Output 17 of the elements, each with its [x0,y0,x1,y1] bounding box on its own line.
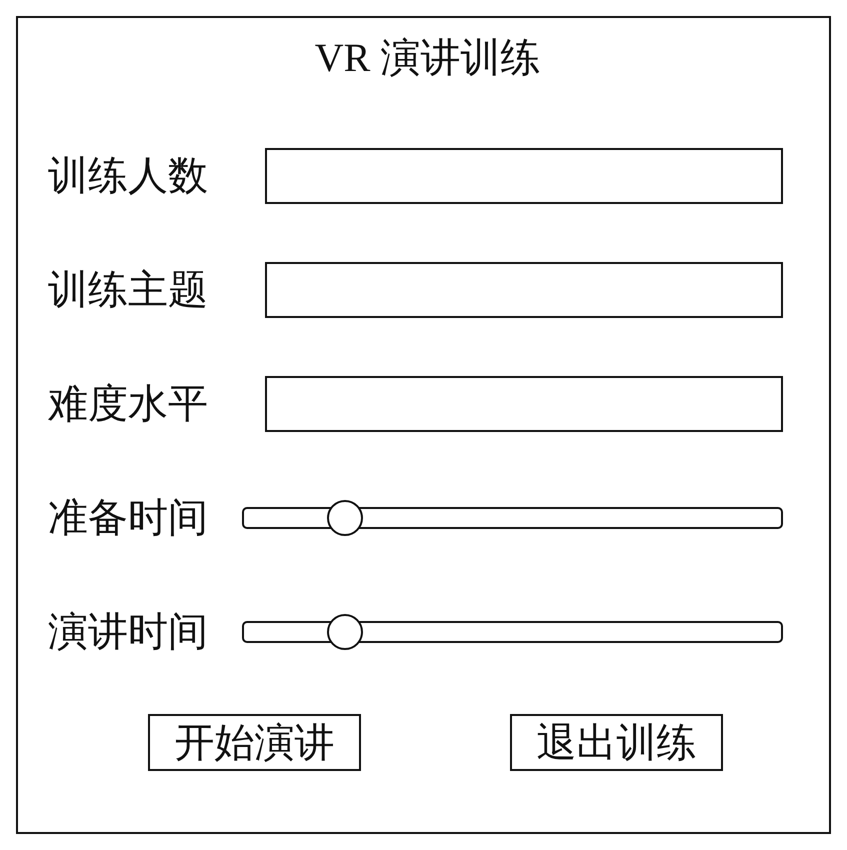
action-button[interactable]: 退出训练 [510,714,723,771]
slider-track[interactable] [242,621,783,643]
input-field[interactable] [265,262,783,318]
slider-thumb[interactable] [326,500,363,536]
field-label: 难度水平 [48,380,209,428]
field-label: 训练主题 [48,266,209,314]
field-label: 准备时间 [48,494,209,542]
input-field[interactable] [265,376,783,432]
window-title: VR 演讲训练 [314,34,540,82]
slider[interactable] [242,500,783,536]
input-field[interactable] [265,148,783,204]
slider-track[interactable] [242,507,783,529]
field-label: 训练人数 [48,152,209,200]
field-label: 演讲时间 [48,608,209,656]
slider[interactable] [242,614,783,650]
slider-thumb[interactable] [326,614,363,650]
action-button[interactable]: 开始演讲 [148,714,361,771]
